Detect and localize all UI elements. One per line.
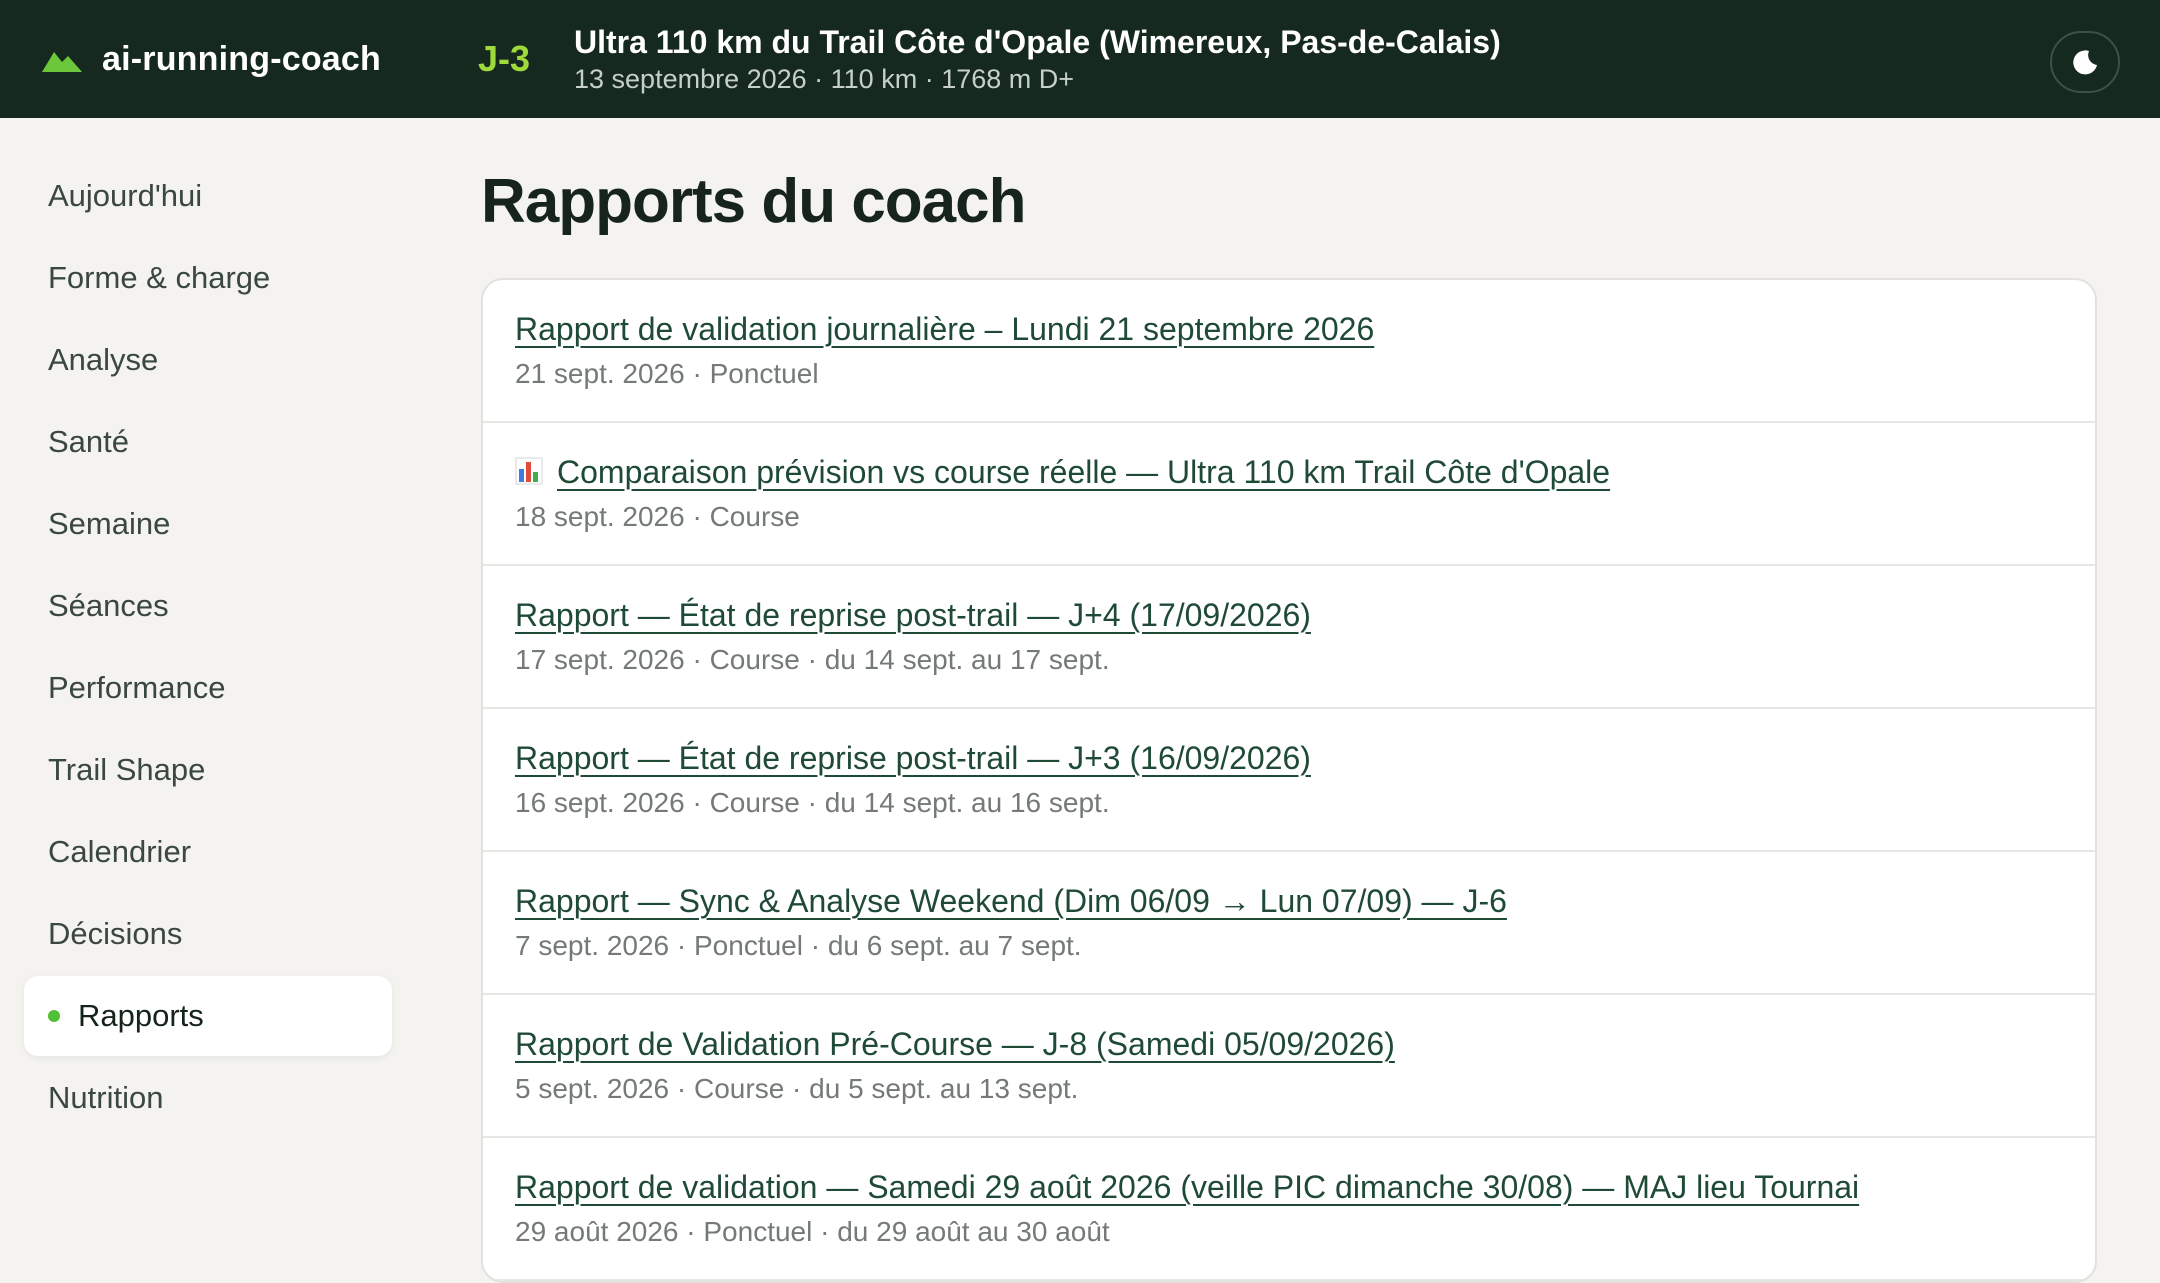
sidebar-item-performance[interactable]: Performance <box>24 648 392 728</box>
sidebar-item-label: Rapports <box>78 998 204 1033</box>
sidebar-item-label: Calendrier <box>48 834 192 869</box>
sidebar-item-aujourdhui[interactable]: Aujourd'hui <box>24 156 392 236</box>
sidebar-item-rapports[interactable]: Rapports <box>24 976 392 1056</box>
sidebar-item-label: Décisions <box>48 916 183 951</box>
sidebar-item-label: Analyse <box>48 342 159 377</box>
sidebar-nav: Aujourd'hui Forme & charge Analyse Santé… <box>24 156 392 1140</box>
report-link[interactable]: Rapport de Validation Pré-Course — J-8 (… <box>515 1023 1395 1065</box>
report-meta: 7 sept. 2026 · Ponctuel · du 6 sept. au … <box>515 930 1082 961</box>
sidebar-item-semaine[interactable]: Semaine <box>24 484 392 564</box>
report-link-with-icon[interactable]: Comparaison prévision vs course réelle —… <box>515 451 1610 493</box>
sidebar-item-forme-charge[interactable]: Forme & charge <box>24 238 392 318</box>
sidebar-item-decisions[interactable]: Décisions <box>24 894 392 974</box>
report-meta: 5 sept. 2026 · Course · du 5 sept. au 13… <box>515 1073 1079 1104</box>
page-title: Rapports du coach <box>481 167 1027 236</box>
report-meta: 21 sept. 2026 · Ponctuel <box>515 358 819 389</box>
mountain-logo-icon <box>42 52 82 72</box>
list-item: Rapport — État de reprise post-trail — J… <box>483 566 2095 709</box>
race-title: Ultra 110 km du Trail Côte d'Opale (Wime… <box>574 24 1501 60</box>
sidebar-item-label: Séances <box>48 588 169 623</box>
report-meta: 16 sept. 2026 · Course · du 14 sept. au … <box>515 787 1110 818</box>
race-info: Ultra 110 km du Trail Côte d'Opale (Wime… <box>574 22 1501 96</box>
report-link[interactable]: Rapport de validation — Samedi 29 août 2… <box>515 1166 1859 1208</box>
top-bar: ai-running-coach J-3 Ultra 110 km du Tra… <box>0 0 2160 118</box>
report-meta: 18 sept. 2026 · Course <box>515 501 800 532</box>
sidebar-item-label: Santé <box>48 424 130 459</box>
report-link[interactable]: Rapport — État de reprise post-trail — J… <box>515 594 1311 636</box>
report-link[interactable]: Rapport de validation journalière – Lund… <box>515 308 1374 350</box>
main-content: Rapports du coach Rapport de validation … <box>481 156 2097 1283</box>
brand[interactable]: ai-running-coach <box>42 40 478 79</box>
sidebar-item-seances[interactable]: Séances <box>24 566 392 646</box>
race-meta: 13 septembre 2026 · 110 km · 1768 m D+ <box>574 64 1075 94</box>
list-item: Rapport de validation journalière – Lund… <box>483 280 2095 423</box>
bar-chart-icon <box>515 457 543 485</box>
sidebar-item-calendrier[interactable]: Calendrier <box>24 812 392 892</box>
sidebar-item-label: Forme & charge <box>48 260 271 295</box>
sidebar-item-nutrition[interactable]: Nutrition <box>24 1058 392 1138</box>
report-link-label: Comparaison prévision vs course réelle —… <box>557 454 1611 490</box>
report-meta: 17 sept. 2026 · Course · du 14 sept. au … <box>515 644 1110 675</box>
sidebar-item-label: Performance <box>48 670 226 705</box>
sidebar-item-label: Nutrition <box>48 1080 164 1115</box>
list-item: Comparaison prévision vs course réelle —… <box>483 423 2095 566</box>
report-link[interactable]: Rapport — Sync & Analyse Weekend (Dim 06… <box>515 880 1507 922</box>
sidebar-item-trail-shape[interactable]: Trail Shape <box>24 730 392 810</box>
report-link[interactable]: Rapport — État de reprise post-trail — J… <box>515 737 1311 779</box>
sidebar-item-label: Trail Shape <box>48 752 206 787</box>
race-countdown: J-3 <box>478 38 531 79</box>
theme-toggle-button[interactable] <box>2050 31 2120 93</box>
list-item: Rapport de validation — Samedi 29 août 2… <box>483 1138 2095 1281</box>
list-item: Rapport — État de reprise post-trail — J… <box>483 709 2095 852</box>
app-name: ai-running-coach <box>102 39 381 78</box>
sidebar-item-sante[interactable]: Santé <box>24 402 392 482</box>
list-item: Rapport — Sync & Analyse Weekend (Dim 06… <box>483 852 2095 995</box>
report-meta: 29 août 2026 · Ponctuel · du 29 août au … <box>515 1216 1110 1247</box>
reports-list: Rapport de validation journalière – Lund… <box>481 278 2097 1283</box>
sidebar-item-analyse[interactable]: Analyse <box>24 320 392 400</box>
sidebar-item-label: Aujourd'hui <box>48 178 203 213</box>
active-indicator-dot <box>48 1010 60 1022</box>
moon-icon <box>2073 50 2097 75</box>
sidebar-item-label: Semaine <box>48 506 171 541</box>
list-item: Rapport de Validation Pré-Course — J-8 (… <box>483 995 2095 1138</box>
